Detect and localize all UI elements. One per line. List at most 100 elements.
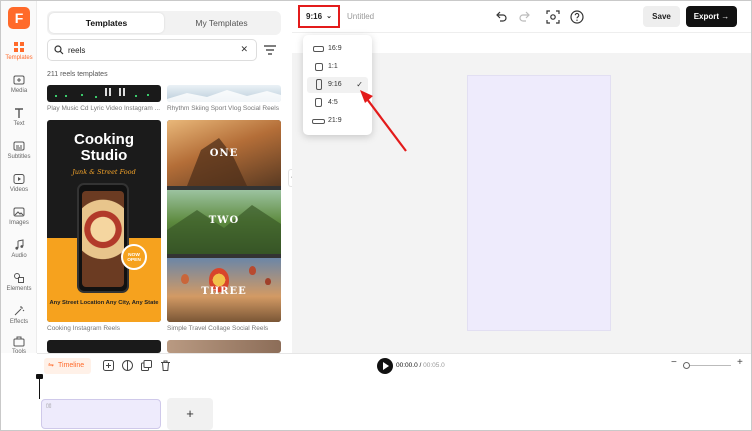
playhead[interactable] xyxy=(36,374,43,399)
rail-item-subtitles[interactable]: Subtitles xyxy=(1,140,37,170)
rail-label: Templates xyxy=(5,55,33,61)
template-card-travel[interactable]: ONE TWO THREE xyxy=(167,120,281,322)
ratio-option-label: 21:9 xyxy=(328,117,342,124)
template-card[interactable] xyxy=(47,85,161,102)
template-card[interactable] xyxy=(47,340,161,353)
app-logo: F xyxy=(8,7,30,29)
zoom-control: − + xyxy=(669,357,749,372)
ski-thumbnail xyxy=(167,90,281,102)
app-window: F Templates Media Text Subtitles Videos … xyxy=(0,0,752,431)
portrait-icon xyxy=(316,79,322,90)
travel-word: TWO xyxy=(208,215,240,226)
save-button[interactable]: Save xyxy=(643,6,680,27)
timeline-toolbar: ⇋ Timeline 00:00.0 / 00:05.0 − + xyxy=(37,353,751,377)
images-icon xyxy=(13,207,25,217)
rail-item-effects[interactable]: Effects xyxy=(1,305,37,335)
rail-label: Media xyxy=(10,88,28,94)
square-icon xyxy=(315,63,323,71)
tab-my-templates[interactable]: My Templates xyxy=(164,13,279,33)
zoom-in-icon[interactable]: + xyxy=(737,357,743,368)
text-icon xyxy=(15,108,23,118)
left-rail: F Templates Media Text Subtitles Videos … xyxy=(1,1,37,355)
audio-icon xyxy=(15,239,24,250)
rail-item-media[interactable]: Media xyxy=(1,74,37,104)
elements-icon xyxy=(14,273,24,283)
template-card[interactable] xyxy=(167,340,281,353)
undo-icon[interactable] xyxy=(494,10,508,24)
timeline-label: Timeline xyxy=(58,362,85,369)
rail-item-templates[interactable]: Templates xyxy=(1,41,37,71)
phone-mockup xyxy=(77,183,129,293)
rail-item-elements[interactable]: Elements xyxy=(1,272,37,302)
play-button[interactable] xyxy=(377,358,393,374)
export-button[interactable]: Export → xyxy=(686,6,737,27)
rail-label: Tools xyxy=(11,349,26,355)
rail-item-audio[interactable]: Audio xyxy=(1,239,37,269)
delete-icon[interactable] xyxy=(160,360,171,371)
add-track-icon[interactable] xyxy=(103,360,114,371)
arrow-right-icon: → xyxy=(721,12,730,21)
total-time: 00:05.0 xyxy=(423,362,445,369)
panel-tabs: Templates My Templates xyxy=(47,11,281,35)
ratio-option-label: 16:9 xyxy=(328,45,342,52)
template-subtitle: Junk & Street Food xyxy=(72,168,136,176)
tab-templates[interactable]: Templates xyxy=(49,13,164,33)
aspect-ratio-button[interactable]: 9:16 ⌄ xyxy=(298,5,340,28)
help-icon[interactable] xyxy=(570,10,584,24)
subtitles-icon xyxy=(13,141,25,151)
rail-item-tools[interactable]: Tools xyxy=(1,335,37,365)
template-card-cooking[interactable]: Cooking Studio Junk & Street Food NOW OP… xyxy=(47,120,161,322)
rail-item-images[interactable]: Images xyxy=(1,206,37,236)
ratio-option-1-1[interactable]: 1:1 xyxy=(307,59,368,75)
template-caption: Simple Travel Collage Social Reels xyxy=(167,325,269,332)
search-icon xyxy=(54,45,64,55)
effects-icon xyxy=(14,306,25,316)
current-time: 00:00.0 xyxy=(396,362,418,369)
rail-item-text[interactable]: Text xyxy=(1,107,37,137)
portrait-icon xyxy=(315,98,322,107)
food-image xyxy=(82,191,124,287)
templates-panel: Templates My Templates ✕ 211 reels templ… xyxy=(37,1,290,353)
add-clip-button[interactable]: + xyxy=(167,398,213,430)
duplicate-icon[interactable] xyxy=(141,360,152,371)
rail-label: Text xyxy=(13,121,25,127)
ratio-option-16-9[interactable]: 16:9 xyxy=(307,41,368,57)
clear-search-icon[interactable]: ✕ xyxy=(240,44,248,55)
split-icon[interactable] xyxy=(122,360,133,371)
zoom-slider-handle[interactable] xyxy=(683,362,690,369)
music-thumbnail xyxy=(55,88,149,98)
balloon-icon xyxy=(249,266,256,275)
rail-label: Elements xyxy=(6,286,32,292)
video-clip[interactable]: ▯▯ xyxy=(41,399,161,429)
now-open-badge: NOW OPEN xyxy=(121,244,147,270)
template-address: Any Street Location Any City, Any State xyxy=(49,300,159,306)
timeline-icon: ⇋ xyxy=(48,362,54,369)
screenshot-icon[interactable] xyxy=(546,10,560,24)
clip-icon: ▯▯ xyxy=(46,403,52,409)
zoom-out-icon[interactable]: − xyxy=(671,357,677,368)
rail-label: Audio xyxy=(11,253,27,259)
template-caption: Rhythm Skiing Sport Vlog Social Reels xyxy=(167,105,279,112)
filter-icon xyxy=(264,45,276,55)
template-caption: Play Music Cd Lyric Video Instagram ... xyxy=(47,105,161,112)
timeline-button[interactable]: ⇋ Timeline xyxy=(44,358,91,374)
videos-icon xyxy=(13,174,25,184)
export-label: Export xyxy=(693,12,720,21)
document-title[interactable]: Untitled xyxy=(347,12,374,21)
rail-item-videos[interactable]: Videos xyxy=(1,173,37,203)
ratio-option-label: 9:16 xyxy=(328,81,342,88)
travel-word: THREE xyxy=(201,286,247,297)
landscape-icon xyxy=(313,46,324,52)
filter-button[interactable] xyxy=(260,41,280,59)
rail-label: Images xyxy=(9,220,29,226)
chevron-down-icon: ⌄ xyxy=(326,13,332,20)
search-box: ✕ xyxy=(47,39,257,61)
search-input[interactable] xyxy=(68,43,228,58)
time-display: 00:00.0 / 00:05.0 xyxy=(396,362,445,369)
redo-icon[interactable] xyxy=(518,10,532,24)
template-title: Cooking Studio xyxy=(74,131,134,164)
travel-word: ONE xyxy=(209,148,239,159)
video-artboard[interactable] xyxy=(467,75,611,331)
zoom-slider[interactable] xyxy=(683,365,731,366)
template-card[interactable] xyxy=(167,85,281,102)
